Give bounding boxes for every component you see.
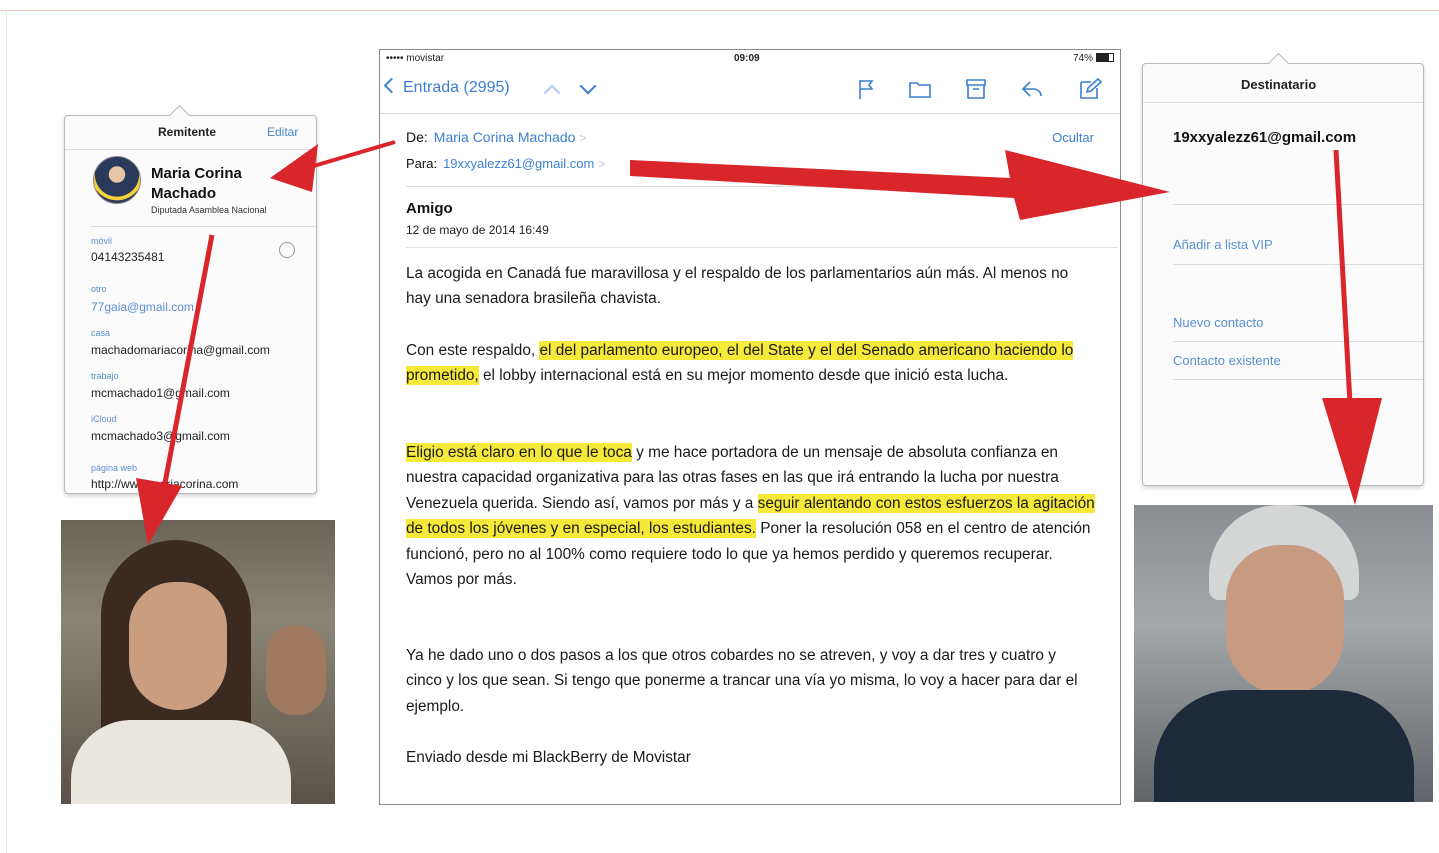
highlighted-text: Eligio está claro en lo que le toca (406, 443, 632, 462)
to-line: Para: 19xxyalezz61@gmail.com > (406, 156, 605, 171)
sender-photo (61, 520, 335, 804)
photo-body (71, 720, 291, 804)
background-person (266, 625, 326, 715)
divider (1173, 264, 1423, 265)
to-contact-link[interactable]: 19xxyalezz61@gmail.com (443, 156, 594, 171)
next-message-icon[interactable] (579, 77, 597, 95)
divider (1143, 102, 1423, 103)
popover-caret (1267, 52, 1290, 75)
favorite-toggle-icon[interactable] (279, 242, 295, 258)
mail-paragraph-3: Eligio está claro en lo que le toca y me… (406, 440, 1096, 592)
archive-icon[interactable] (964, 77, 988, 101)
previous-message-icon[interactable] (543, 84, 561, 102)
avatar (93, 156, 141, 204)
from-label: De: (406, 129, 428, 145)
edit-button[interactable]: Editar (267, 125, 298, 139)
field-label-mobile: móvil (91, 236, 113, 246)
page-top-rule (0, 10, 1439, 11)
add-to-vip-button[interactable]: Añadir a lista VIP (1173, 237, 1273, 252)
field-value-web[interactable]: http://www.mariacorina.com (91, 477, 238, 491)
field-label-work: trabajo (91, 371, 119, 381)
from-contact-link[interactable]: Maria Corina Machado (434, 129, 576, 145)
chevron-right-icon: > (579, 131, 587, 145)
recipient-email: 19xxyalezz61@gmail.com (1173, 129, 1357, 146)
field-value-icloud[interactable]: mcmachado3@gmail.com (91, 429, 230, 443)
mail-date: 12 de mayo de 2014 16:49 (406, 223, 549, 237)
divider (1173, 379, 1423, 380)
flag-icon[interactable] (855, 77, 879, 101)
recipient-popover: Destinatario 19xxyalezz61@gmail.com Añad… (1142, 52, 1424, 486)
battery-indicator: 74% (1073, 53, 1114, 64)
from-line: De: Maria Corina Machado > (406, 129, 586, 145)
page-left-rule (6, 10, 7, 853)
photo-face (129, 582, 227, 710)
divider (91, 226, 316, 227)
recipient-popover-title: Destinatario (1241, 77, 1317, 92)
battery-percent: 74% (1072, 53, 1093, 64)
field-label-other: otro (91, 284, 107, 294)
field-label-icloud: iCloud (91, 414, 117, 424)
carrier-label: ••••• movistar (386, 53, 445, 64)
contact-name: Maria Corina Machado (151, 165, 242, 202)
inbox-back-label: Entrada (2995) (403, 79, 510, 96)
mail-paragraph-2: Con este respaldo, el del parlamento eur… (406, 338, 1096, 389)
chevron-right-icon: > (598, 157, 606, 171)
inbox-back-button[interactable]: Entrada (2995) (383, 77, 510, 97)
sender-popover-title: Remitente (158, 125, 217, 139)
paragraph-text: Con este respaldo, (406, 342, 540, 359)
existing-contact-button[interactable]: Contacto existente (1173, 353, 1281, 368)
mail-paragraph-4: Ya he dado uno o dos pasos a los que otr… (406, 647, 1078, 715)
header-divider (406, 186, 1118, 187)
folder-icon[interactable] (908, 77, 932, 101)
divider (1173, 204, 1423, 205)
recipient-photo (1134, 505, 1433, 802)
mail-window: ••••• movistar 09:09 74% Entrada (2995) … (379, 49, 1121, 805)
to-label: Para: (406, 156, 438, 171)
photo-body (1154, 690, 1414, 802)
mail-signature: Enviado desde mi BlackBerry de Movistar (406, 749, 691, 766)
popover-caret (168, 104, 191, 127)
reply-icon[interactable] (1020, 77, 1044, 101)
field-label-web: página web (91, 463, 138, 473)
battery-icon (1096, 53, 1114, 62)
paragraph-text: el lobby internacional está en su mejor … (478, 367, 1009, 385)
photo-face (1226, 545, 1344, 695)
mail-subject: Amigo (406, 200, 453, 217)
sender-popover: Remitente Editar Maria Corina Machado Di… (64, 104, 317, 494)
field-value-home[interactable]: machadomariacorina@gmail.com (91, 343, 270, 357)
field-value-other[interactable]: 77gaia@gmail.com (91, 300, 194, 314)
mail-paragraph-1: La acogida en Canadá fue maravillosa y e… (406, 265, 1069, 308)
contact-role: Diputada Asamblea Nacional (151, 205, 267, 215)
subject-divider (406, 247, 1118, 248)
divider (1173, 341, 1423, 342)
field-value-work[interactable]: mcmachado1@gmail.com (91, 386, 230, 400)
divider (65, 149, 316, 150)
field-value-mobile[interactable]: 04143235481 (91, 250, 164, 264)
new-contact-button[interactable]: Nuevo contacto (1173, 315, 1263, 330)
chevron-left-icon (383, 77, 400, 94)
hide-details-button[interactable]: Ocultar (1052, 130, 1094, 145)
field-label-home: casa (91, 328, 111, 338)
mail-toolbar: Entrada (2995) (380, 67, 1120, 114)
status-bar: ••••• movistar 09:09 74% (380, 50, 1120, 67)
compose-icon[interactable] (1078, 77, 1103, 101)
status-time: 09:09 (734, 53, 760, 64)
